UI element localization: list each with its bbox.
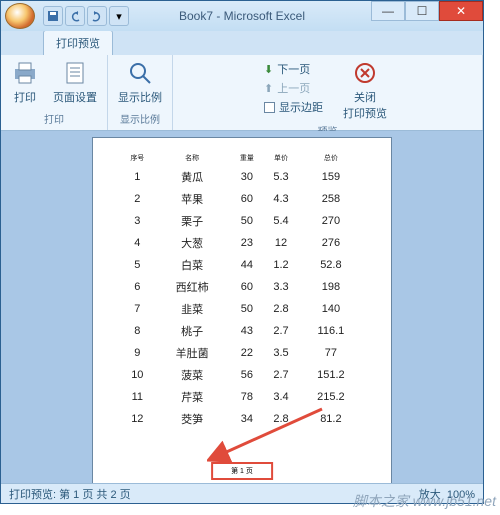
prev-page-button[interactable]: ⬆上一页 bbox=[264, 80, 323, 96]
qat-undo-icon[interactable] bbox=[65, 6, 85, 26]
page-preview: 序号名称重量单价总价 1黄瓜305.31592苹果604.32583栗子505.… bbox=[92, 137, 392, 483]
zoom-button[interactable]: 显示比例 bbox=[114, 57, 166, 107]
table-header: 单价 bbox=[263, 150, 299, 166]
table-row: 10菠菜562.7151.2 bbox=[121, 364, 363, 386]
table-header: 重量 bbox=[231, 150, 264, 166]
ribbon: 打印 页面设置 打印 显示比例 显示比例 ⬇下一页 ⬆上一页 显示边 bbox=[1, 55, 483, 131]
status-page-info: 打印预览: 第 1 页 共 2 页 bbox=[9, 486, 131, 502]
table-row: 5白菜441.252.8 bbox=[121, 254, 363, 276]
next-page-button[interactable]: ⬇下一页 bbox=[264, 61, 323, 77]
table-row: 8桃子432.7116.1 bbox=[121, 320, 363, 342]
maximize-button[interactable]: ☐ bbox=[405, 1, 439, 21]
minimize-button[interactable]: — bbox=[371, 1, 405, 21]
window-title: Book7 - Microsoft Excel bbox=[179, 9, 305, 23]
table-header: 序号 bbox=[121, 150, 154, 166]
table-header: 名称 bbox=[154, 150, 231, 166]
table-row: 11芹菜783.4215.2 bbox=[121, 386, 363, 408]
tab-print-preview[interactable]: 打印预览 bbox=[43, 30, 113, 55]
table-row: 9羊肚菌223.577 bbox=[121, 342, 363, 364]
close-preview-icon bbox=[351, 59, 379, 87]
zoom-label: 显示比例 bbox=[118, 89, 162, 105]
table-row: 12茭笋342.881.2 bbox=[121, 408, 363, 430]
close-button[interactable]: ✕ bbox=[439, 1, 483, 21]
show-margins-checkbox[interactable]: 显示边距 bbox=[264, 99, 323, 115]
checkbox-icon bbox=[264, 102, 275, 113]
printer-icon bbox=[11, 59, 39, 87]
arrow-up-icon: ⬆ bbox=[264, 82, 273, 95]
page-setup-button[interactable]: 页面设置 bbox=[49, 57, 101, 107]
title-bar: ▾ Book7 - Microsoft Excel — ☐ ✕ bbox=[1, 1, 483, 31]
ribbon-tabs: 打印预览 bbox=[1, 31, 483, 55]
table-row: 2苹果604.3258 bbox=[121, 188, 363, 210]
data-table: 序号名称重量单价总价 1黄瓜305.31592苹果604.32583栗子505.… bbox=[121, 150, 363, 430]
page-setup-label: 页面设置 bbox=[53, 89, 97, 105]
watermark: 脚本之家 www.jb51.net bbox=[353, 491, 496, 511]
group-print-label: 打印 bbox=[44, 111, 64, 128]
table-row: 6西红柿603.3198 bbox=[121, 276, 363, 298]
print-label: 打印 bbox=[14, 89, 36, 105]
table-row: 3栗子505.4270 bbox=[121, 210, 363, 232]
close-preview-button[interactable]: 关闭 打印预览 bbox=[339, 57, 391, 123]
table-row: 1黄瓜305.3159 bbox=[121, 166, 363, 188]
group-zoom-label: 显示比例 bbox=[120, 111, 160, 128]
quick-access-toolbar: ▾ bbox=[43, 6, 129, 26]
office-button[interactable] bbox=[5, 3, 35, 29]
table-row: 4大葱2312276 bbox=[121, 232, 363, 254]
preview-area[interactable]: 序号名称重量单价总价 1黄瓜305.31592苹果604.32583栗子505.… bbox=[1, 131, 483, 483]
qat-dropdown-icon[interactable]: ▾ bbox=[109, 6, 129, 26]
table-row: 7韭菜502.8140 bbox=[121, 298, 363, 320]
close-preview-label: 关闭 打印预览 bbox=[343, 89, 387, 121]
qat-save-icon[interactable] bbox=[43, 6, 63, 26]
table-header: 总价 bbox=[299, 150, 363, 166]
arrow-down-icon: ⬇ bbox=[264, 63, 273, 76]
print-button[interactable]: 打印 bbox=[7, 57, 43, 107]
qat-redo-icon[interactable] bbox=[87, 6, 107, 26]
page-footer-highlight: 第 1 页 bbox=[211, 462, 273, 480]
magnifier-icon bbox=[126, 59, 154, 87]
page-setup-icon bbox=[61, 59, 89, 87]
